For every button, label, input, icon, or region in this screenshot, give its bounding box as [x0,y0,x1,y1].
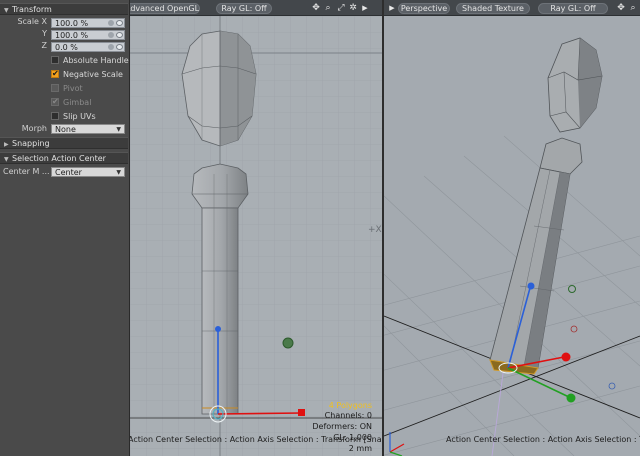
morph-dropdown[interactable]: None ▼ [51,124,125,134]
eye-icon[interactable] [116,20,123,26]
settings-gear-icon[interactable]: ✲ [348,3,358,13]
status-line: Action Center Selection : Action Axis Se… [446,435,640,444]
collapse-triangle-icon: ▼ [4,7,9,14]
perspective-viewport[interactable]: ▶ Perspective Shaded Texture Ray GL: Off… [384,0,640,456]
front-view-canvas: +X [130,16,382,456]
svg-text:+X: +X [368,225,382,235]
zoom-icon[interactable]: ⌕ [323,3,333,13]
hud-channels: Channels: 0 [324,411,372,420]
tool-properties-panel: ▼ Transform Scale X 100.0 % Y 100.0 % Z 0… [0,0,130,456]
center-mode-dropdown[interactable]: Center ▼ [51,167,125,177]
stem-mesh [489,137,583,375]
pan-icon[interactable]: ✥ [616,3,626,13]
viewport-menu-arrow-icon[interactable]: ▶ [360,3,370,13]
eye-icon[interactable] [116,44,123,50]
viewport-menu-arrow-icon[interactable]: ▶ [387,3,397,13]
expand-triangle-icon: ▶ [4,141,9,148]
ray-gl-button[interactable]: Ray GL: Off [538,3,608,14]
spin-icon[interactable] [108,20,114,26]
viewport-toolbar: ▶ Perspective Shaded Texture Ray GL: Off… [384,0,640,16]
snapping-section-header[interactable]: ▶ Snapping [0,137,128,149]
chevron-down-icon: ▼ [116,126,121,133]
hud-polygon-count: 4 Polygons [328,401,372,410]
ray-gl-button[interactable]: Ray GL: Off [216,3,272,14]
status-line: Action Center Selection : Action Axis Se… [130,435,382,444]
hud-deformers: Deformers: ON [312,422,372,431]
scale-z-label: Z [41,41,47,50]
scale-y-field[interactable]: 100.0 % [51,30,125,40]
checkbox-disabled-icon [51,84,59,92]
zoom-icon[interactable]: ⌕ [628,3,638,13]
scale-x-label: Scale X [17,17,47,26]
checkbox-disabled-checked-icon [51,96,59,107]
morph-label: Morph [21,124,47,133]
hud-grid-size: 2 mm [348,444,372,453]
spin-icon[interactable] [108,44,114,50]
front-viewport[interactable]: Advanced OpenGL Ray GL: Off ✥ ⌕ ⤢ ✲ ▶ +X [130,0,382,456]
transform-section-header[interactable]: ▼ Transform [0,3,128,15]
shading-mode-button[interactable]: Shaded Texture [456,3,530,14]
selection-action-center-header[interactable]: ▼ Selection Action Center [0,152,128,164]
head-mesh [547,37,603,133]
checkbox-icon[interactable] [51,112,59,120]
fit-view-icon[interactable]: ⤢ [336,3,346,13]
perspective-view-canvas [384,37,640,456]
scale-z-field[interactable]: 0.0 % [51,42,125,52]
checkbox-checked-icon[interactable] [51,68,59,79]
viewport-toolbar: Advanced OpenGL Ray GL: Off ✥ ⌕ ⤢ ✲ ▶ [130,0,382,16]
center-mode-label: Center M ... [3,167,50,176]
collapse-triangle-icon: ▼ [4,156,9,163]
view-type-button[interactable]: Perspective [398,3,450,14]
chevron-down-icon: ▼ [116,169,121,176]
render-mode-button[interactable]: Advanced OpenGL [130,3,200,14]
scale-y-label: Y [42,29,47,38]
checkbox-icon[interactable] [51,56,59,64]
pan-icon[interactable]: ✥ [311,3,321,13]
orientation-axes-icon [389,432,405,456]
spin-icon[interactable] [108,32,114,38]
scale-x-field[interactable]: 100.0 % [51,18,125,28]
eye-icon[interactable] [116,32,123,38]
